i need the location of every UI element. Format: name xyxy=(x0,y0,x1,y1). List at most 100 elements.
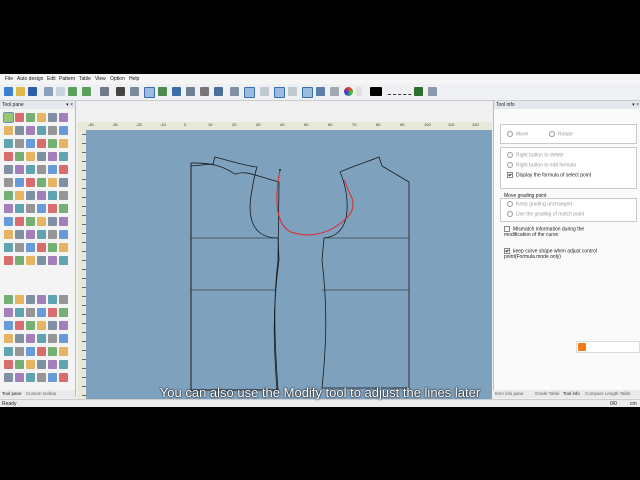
save-icon[interactable] xyxy=(28,87,37,96)
tool-0-2-icon[interactable] xyxy=(26,113,35,122)
menu-view[interactable]: View xyxy=(95,76,106,82)
tool-11-2-icon[interactable] xyxy=(26,256,35,265)
tool-19-1-icon[interactable] xyxy=(15,360,24,369)
tool-9-4-icon[interactable] xyxy=(48,230,57,239)
select-grid-icon[interactable] xyxy=(144,87,155,98)
tool-15-3-icon[interactable] xyxy=(37,308,46,317)
layout-icon[interactable] xyxy=(260,87,269,96)
pencil-icon[interactable] xyxy=(100,87,109,96)
tool-19-2-icon[interactable] xyxy=(26,360,35,369)
tool-18-0-icon[interactable] xyxy=(4,347,13,356)
tool-17-5-icon[interactable] xyxy=(59,334,68,343)
tool-4-5-icon[interactable] xyxy=(59,165,68,174)
tool-5-3-icon[interactable] xyxy=(37,178,46,187)
tool-16-2-icon[interactable] xyxy=(26,321,35,330)
tool-5-4-icon[interactable] xyxy=(48,178,57,187)
tool-11-3-icon[interactable] xyxy=(37,256,46,265)
tool-11-4-icon[interactable] xyxy=(48,256,57,265)
tool-3-2-icon[interactable] xyxy=(26,152,35,161)
tool-1-3-icon[interactable] xyxy=(37,126,46,135)
tool-11-1-icon[interactable] xyxy=(15,256,24,265)
tool-16-4-icon[interactable] xyxy=(48,321,57,330)
rotate-radio[interactable]: Rotate xyxy=(549,131,573,137)
tool-9-0-icon[interactable] xyxy=(4,230,13,239)
tool-2-0-icon[interactable] xyxy=(4,139,13,148)
tool-15-1-icon[interactable] xyxy=(15,308,24,317)
tool-9-2-icon[interactable] xyxy=(26,230,35,239)
tool-11-0-icon[interactable] xyxy=(4,256,13,265)
properties-icon[interactable] xyxy=(330,87,339,96)
tool-19-0-icon[interactable] xyxy=(4,360,13,369)
color-wheel-icon[interactable] xyxy=(344,87,353,96)
menu-auto-design[interactable]: Auto design xyxy=(17,76,43,82)
tool-14-3-icon[interactable] xyxy=(37,295,46,304)
use-match-grading-radio[interactable]: Use the grading of match point xyxy=(507,211,584,217)
tool-20-4-icon[interactable] xyxy=(48,373,57,382)
tool-19-3-icon[interactable] xyxy=(37,360,46,369)
measure-icon[interactable] xyxy=(214,87,223,96)
tool-4-0-icon[interactable] xyxy=(4,165,13,174)
mismatch-checkbox[interactable]: Mismatch information during the modifica… xyxy=(504,226,594,238)
tool-9-3-icon[interactable] xyxy=(37,230,46,239)
tool-4-4-icon[interactable] xyxy=(48,165,57,174)
tool-7-2-icon[interactable] xyxy=(26,204,35,213)
tool-0-4-icon[interactable] xyxy=(48,113,57,122)
tool-16-1-icon[interactable] xyxy=(15,321,24,330)
tool-3-0-icon[interactable] xyxy=(4,152,13,161)
tool-pane-pin[interactable]: ▾ × xyxy=(66,102,73,108)
right-button-delete-radio[interactable]: Right button to delete xyxy=(507,152,564,158)
export-icon[interactable] xyxy=(56,87,65,96)
tool-1-1-icon[interactable] xyxy=(15,126,24,135)
tool-10-1-icon[interactable] xyxy=(15,243,24,252)
tool-17-4-icon[interactable] xyxy=(48,334,57,343)
tool-2-2-icon[interactable] xyxy=(26,139,35,148)
tool-4-1-icon[interactable] xyxy=(15,165,24,174)
tool-8-3-icon[interactable] xyxy=(37,217,46,226)
menu-option[interactable]: Option xyxy=(110,76,125,82)
tool-6-0-icon[interactable] xyxy=(4,191,13,200)
tool-10-5-icon[interactable] xyxy=(59,243,68,252)
tool-3-5-icon[interactable] xyxy=(59,152,68,161)
tool-6-2-icon[interactable] xyxy=(26,191,35,200)
tool-1-0-icon[interactable] xyxy=(4,126,13,135)
grading-icon[interactable] xyxy=(172,87,181,96)
tool-2-1-icon[interactable] xyxy=(15,139,24,148)
tool-5-0-icon[interactable] xyxy=(4,178,13,187)
tool-15-2-icon[interactable] xyxy=(26,308,35,317)
tool-7-3-icon[interactable] xyxy=(37,204,46,213)
menu-help[interactable]: Help xyxy=(129,76,139,82)
tool-3-3-icon[interactable] xyxy=(37,152,46,161)
tool-14-2-icon[interactable] xyxy=(26,295,35,304)
tool-0-5-icon[interactable] xyxy=(59,113,68,122)
tool-19-5-icon[interactable] xyxy=(59,360,68,369)
tool-8-5-icon[interactable] xyxy=(59,217,68,226)
layer-icon[interactable] xyxy=(316,87,325,96)
line-style-selector[interactable] xyxy=(386,89,412,95)
tool-17-2-icon[interactable] xyxy=(26,334,35,343)
tool-6-4-icon[interactable] xyxy=(48,191,57,200)
tool-17-0-icon[interactable] xyxy=(4,334,13,343)
line-color-swatch[interactable] xyxy=(370,87,382,96)
pattern-drawing[interactable] xyxy=(86,130,492,400)
tool-10-2-icon[interactable] xyxy=(26,243,35,252)
tool-info-pin[interactable]: ▾ × xyxy=(632,102,639,108)
menu-table[interactable]: Table xyxy=(79,76,91,82)
tool-7-1-icon[interactable] xyxy=(15,204,24,213)
tool-7-0-icon[interactable] xyxy=(4,204,13,213)
tool-10-3-icon[interactable] xyxy=(37,243,46,252)
zoom-icon[interactable] xyxy=(288,87,297,96)
tool-18-2-icon[interactable] xyxy=(26,347,35,356)
tool-17-1-icon[interactable] xyxy=(15,334,24,343)
tool-18-3-icon[interactable] xyxy=(37,347,46,356)
tool-0-3-icon[interactable] xyxy=(37,113,46,122)
tool-17-3-icon[interactable] xyxy=(37,334,46,343)
tool-2-3-icon[interactable] xyxy=(37,139,46,148)
tool-6-3-icon[interactable] xyxy=(37,191,46,200)
table-icon[interactable] xyxy=(130,87,139,96)
tool-19-4-icon[interactable] xyxy=(48,360,57,369)
tool-18-1-icon[interactable] xyxy=(15,347,24,356)
tool-14-4-icon[interactable] xyxy=(48,295,57,304)
tool-6-5-icon[interactable] xyxy=(59,191,68,200)
tool-9-5-icon[interactable] xyxy=(59,230,68,239)
tool-15-4-icon[interactable] xyxy=(48,308,57,317)
